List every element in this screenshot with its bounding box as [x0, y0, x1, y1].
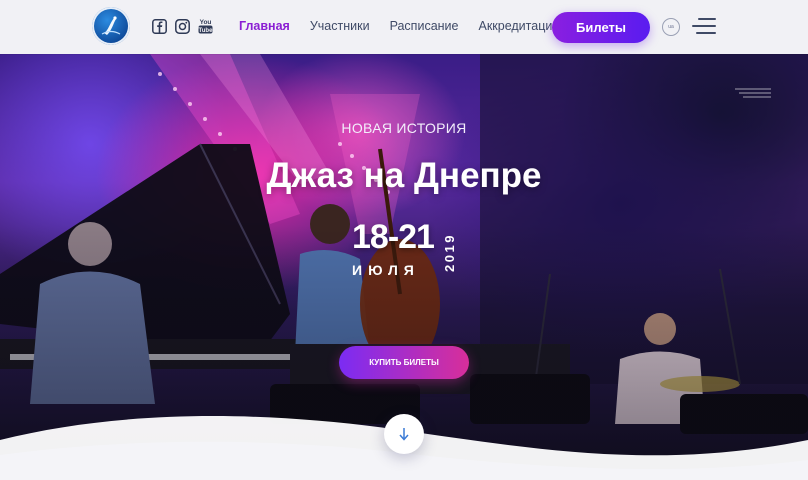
arrow-down-icon	[399, 428, 409, 441]
hero-title: Джаз на Днепре	[266, 156, 542, 195]
nav-item-accreditation[interactable]: Аккредитация	[478, 19, 559, 33]
event-date: 18-21 ИЮЛЯ 2019	[350, 218, 460, 280]
svg-text:You: You	[200, 19, 212, 26]
main-nav: Главная Участники Расписание Аккредитаци…	[239, 19, 559, 33]
instagram-icon[interactable]	[175, 19, 190, 34]
svg-text:Tube: Tube	[199, 28, 213, 34]
language-switch[interactable]: ua	[662, 18, 680, 36]
festival-logo[interactable]	[92, 7, 130, 45]
decorative-lines-icon	[735, 88, 771, 98]
saxophone-logo-icon	[101, 16, 121, 35]
social-links: You Tube	[152, 19, 213, 34]
buy-tickets-button[interactable]: КУПИТЬ БИЛЕТЫ	[339, 346, 469, 379]
date-year: 2019	[442, 233, 457, 272]
facebook-icon[interactable]	[152, 19, 167, 34]
hero-kicker: НОВАЯ ИСТОРИЯ	[341, 120, 467, 136]
scroll-down-button[interactable]	[384, 414, 424, 454]
tickets-button[interactable]: Билеты	[552, 12, 650, 43]
site-header: You Tube Главная Участники Расписание Ак…	[0, 0, 808, 54]
youtube-icon[interactable]: You Tube	[198, 19, 213, 34]
date-month: ИЮЛЯ	[352, 262, 420, 278]
nav-item-home[interactable]: Главная	[239, 19, 290, 33]
date-range: 18-21	[352, 218, 435, 256]
nav-item-schedule[interactable]: Расписание	[390, 19, 459, 33]
hero-section: НОВАЯ ИСТОРИЯ Джаз на Днепре 18-21 ИЮЛЯ …	[0, 54, 808, 480]
hamburger-menu-icon[interactable]	[692, 18, 716, 34]
nav-item-participants[interactable]: Участники	[310, 19, 370, 33]
